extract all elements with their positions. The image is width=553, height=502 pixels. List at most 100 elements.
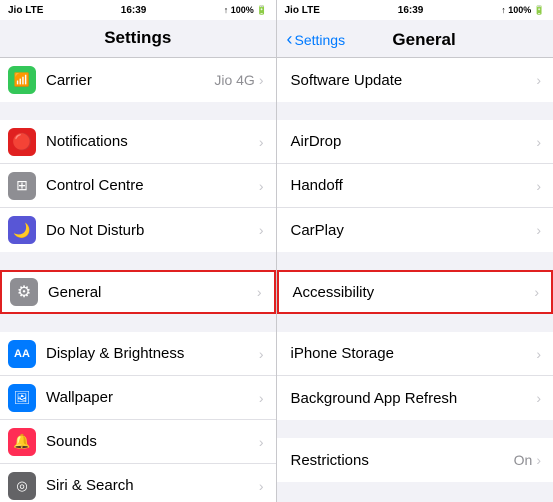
accessibility-label: Accessibility [293,284,535,301]
left-status-left: Jio LTE [8,5,43,16]
left-nav-bar: Settings [0,20,276,58]
carplay-chevron: › [536,222,541,238]
row-iphone-storage[interactable]: iPhone Storage › [277,332,553,376]
right-status-right: ↑ 100% 🔋 [501,5,545,16]
row-software-update[interactable]: Software Update › [277,58,553,102]
carrier-value: Jio 4G [214,72,254,88]
iphone-storage-label: iPhone Storage [291,345,537,362]
right-spacer-3 [277,314,553,332]
siri-search-icon: ◎ [8,472,36,500]
left-time: 16:39 [121,5,147,16]
left-panel: Jio LTE 16:39 ↑ 100% 🔋 Settings 📶 Carrie… [0,0,277,502]
right-spacer-4 [277,420,553,438]
display-section: AA Display & Brightness › 🖼 Wallpaper › … [0,332,276,502]
right-carrier: Jio LTE [285,5,320,16]
spacer-1 [0,102,276,120]
siri-search-chevron: › [259,478,264,494]
restrictions-label: Restrictions [291,452,514,469]
general-chevron: › [257,284,262,300]
back-button[interactable]: ‹ Settings [287,29,346,50]
wallpaper-label: Wallpaper [46,389,259,406]
notifications-chevron: › [259,134,264,150]
general-icon: ⚙ [10,278,38,306]
storage-section: iPhone Storage › Background App Refresh … [277,332,553,420]
control-centre-chevron: › [259,178,264,194]
left-settings-list: 📶 Carrier Jio 4G › 🔴 Notifications › ⊞ [0,58,276,502]
row-siri-search[interactable]: ◎ Siri & Search › [0,464,276,502]
right-nav-bar: ‹ Settings General [277,20,553,58]
do-not-disturb-icon: 🌙 [8,216,36,244]
software-update-label: Software Update [291,72,537,89]
left-status-right: ↑ 100% 🔋 [224,5,268,16]
row-do-not-disturb[interactable]: 🌙 Do Not Disturb › [0,208,276,252]
row-handoff[interactable]: Handoff › [277,164,553,208]
airdrop-label: AirDrop [291,133,537,150]
wallpaper-chevron: › [259,390,264,406]
right-time: 16:39 [398,5,424,16]
row-display-brightness[interactable]: AA Display & Brightness › [0,332,276,376]
carplay-label: CarPlay [291,222,537,239]
right-panel: Jio LTE 16:39 ↑ 100% 🔋 ‹ Settings Genera… [277,0,553,502]
notifications-label: Notifications [46,133,259,150]
restrictions-value: On [514,452,533,468]
notifications-icon: 🔴 [8,128,36,156]
general-label: General [48,284,257,301]
left-carrier: Jio LTE [8,5,43,16]
row-control-centre[interactable]: ⊞ Control Centre › [0,164,276,208]
software-update-section: Software Update › [277,58,553,102]
left-signal: ↑ 100% 🔋 [224,5,268,16]
right-spacer-1 [277,102,553,120]
left-status-bar: Jio LTE 16:39 ↑ 100% 🔋 [0,0,276,20]
airdrop-chevron: › [536,134,541,150]
handoff-label: Handoff [291,177,537,194]
right-nav-title: General [345,30,503,50]
sounds-label: Sounds [46,433,259,450]
general-section: ⚙ General › [0,270,276,314]
display-brightness-chevron: › [259,346,264,362]
carrier-icon: 📶 [8,66,36,94]
left-nav-title: Settings [104,28,171,47]
display-brightness-icon: AA [8,340,36,368]
siri-search-label: Siri & Search [46,477,259,494]
do-not-disturb-label: Do Not Disturb [46,222,259,239]
right-signal: ↑ 100% 🔋 [501,5,545,16]
sounds-icon: 🔔 [8,428,36,456]
row-sounds[interactable]: 🔔 Sounds › [0,420,276,464]
notifications-section: 🔴 Notifications › ⊞ Control Centre › 🌙 D… [0,120,276,252]
airdrop-section: AirDrop › Handoff › CarPlay › [277,120,553,252]
carrier-label: Carrier [46,72,214,89]
control-centre-label: Control Centre [46,177,259,194]
carrier-section: 📶 Carrier Jio 4G › [0,58,276,102]
row-wallpaper[interactable]: 🖼 Wallpaper › [0,376,276,420]
back-label: Settings [295,32,346,48]
right-settings-list: Software Update › AirDrop › Handoff › Ca… [277,58,553,502]
sounds-chevron: › [259,434,264,450]
wallpaper-icon: 🖼 [8,384,36,412]
row-carrier[interactable]: 📶 Carrier Jio 4G › [0,58,276,102]
row-carplay[interactable]: CarPlay › [277,208,553,252]
iphone-storage-chevron: › [536,346,541,362]
row-restrictions[interactable]: Restrictions On › [277,438,553,482]
row-notifications[interactable]: 🔴 Notifications › [0,120,276,164]
restrictions-section: Restrictions On › [277,438,553,482]
accessibility-chevron: › [534,284,539,300]
spacer-2 [0,252,276,270]
row-background-app-refresh[interactable]: Background App Refresh › [277,376,553,420]
accessibility-section: Accessibility › [277,270,553,314]
row-general[interactable]: ⚙ General › [0,270,276,314]
carrier-chevron: › [259,72,264,88]
handoff-chevron: › [536,178,541,194]
control-centre-icon: ⊞ [8,172,36,200]
right-spacer-2 [277,252,553,270]
background-app-refresh-label: Background App Refresh [291,390,537,407]
back-chevron-icon: ‹ [287,29,293,50]
software-update-chevron: › [536,72,541,88]
do-not-disturb-chevron: › [259,222,264,238]
restrictions-chevron: › [536,452,541,468]
row-airdrop[interactable]: AirDrop › [277,120,553,164]
background-app-refresh-chevron: › [536,390,541,406]
right-status-left: Jio LTE [285,5,320,16]
row-accessibility[interactable]: Accessibility › [277,270,553,314]
display-brightness-label: Display & Brightness [46,345,259,362]
spacer-3 [0,314,276,332]
